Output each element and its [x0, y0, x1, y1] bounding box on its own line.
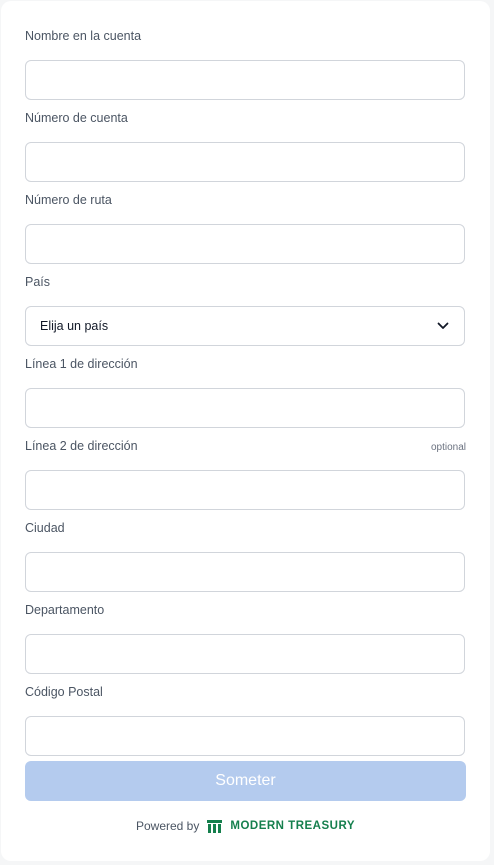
submit-button[interactable]: Someter [25, 761, 466, 801]
department-input[interactable] [25, 634, 465, 674]
address-line2-field: Línea 2 de dirección optional [25, 439, 466, 510]
country-label: País [25, 275, 51, 289]
department-field: Departamento [25, 603, 466, 674]
address-line2-input[interactable] [25, 470, 465, 510]
chevron-down-icon [436, 319, 450, 333]
routing-number-field: Número de ruta [25, 193, 466, 264]
country-select[interactable]: Elija un país [25, 306, 465, 346]
city-label: Ciudad [25, 521, 65, 535]
account-name-field: Nombre en la cuenta [25, 29, 466, 100]
powered-by-label: Powered by [135, 819, 200, 833]
optional-hint: optional [430, 442, 466, 453]
account-number-input[interactable] [25, 142, 465, 182]
address-line2-label: Línea 2 de dirección [25, 439, 138, 453]
payment-form-card: Nombre en la cuenta Número de cuenta Núm… [1, 1, 490, 861]
account-name-label: Nombre en la cuenta [25, 29, 142, 43]
department-label: Departamento [25, 603, 105, 617]
account-number-field: Número de cuenta [25, 111, 466, 182]
brand-link[interactable]: MODERN TREASURY [207, 819, 355, 833]
city-input[interactable] [25, 552, 465, 592]
country-field: País Elija un país [25, 275, 466, 346]
city-field: Ciudad [25, 521, 466, 592]
postal-code-label: Código Postal [25, 685, 103, 699]
powered-by-footer: Powered by MODERN TREASURY [1, 816, 490, 836]
address-line1-input[interactable] [25, 388, 465, 428]
country-select-value: Elija un país [40, 319, 109, 333]
address-line1-label: Línea 1 de dirección [25, 357, 138, 371]
brand-name: MODERN TREASURY [230, 820, 355, 832]
routing-number-input[interactable] [25, 224, 465, 264]
postal-code-field: Código Postal [25, 685, 466, 756]
routing-number-label: Número de ruta [25, 193, 112, 207]
modern-treasury-logo-icon [207, 819, 223, 833]
account-number-label: Número de cuenta [25, 111, 128, 125]
account-name-input[interactable] [25, 60, 465, 100]
address-line1-field: Línea 1 de dirección [25, 357, 466, 428]
postal-code-input[interactable] [25, 716, 465, 756]
